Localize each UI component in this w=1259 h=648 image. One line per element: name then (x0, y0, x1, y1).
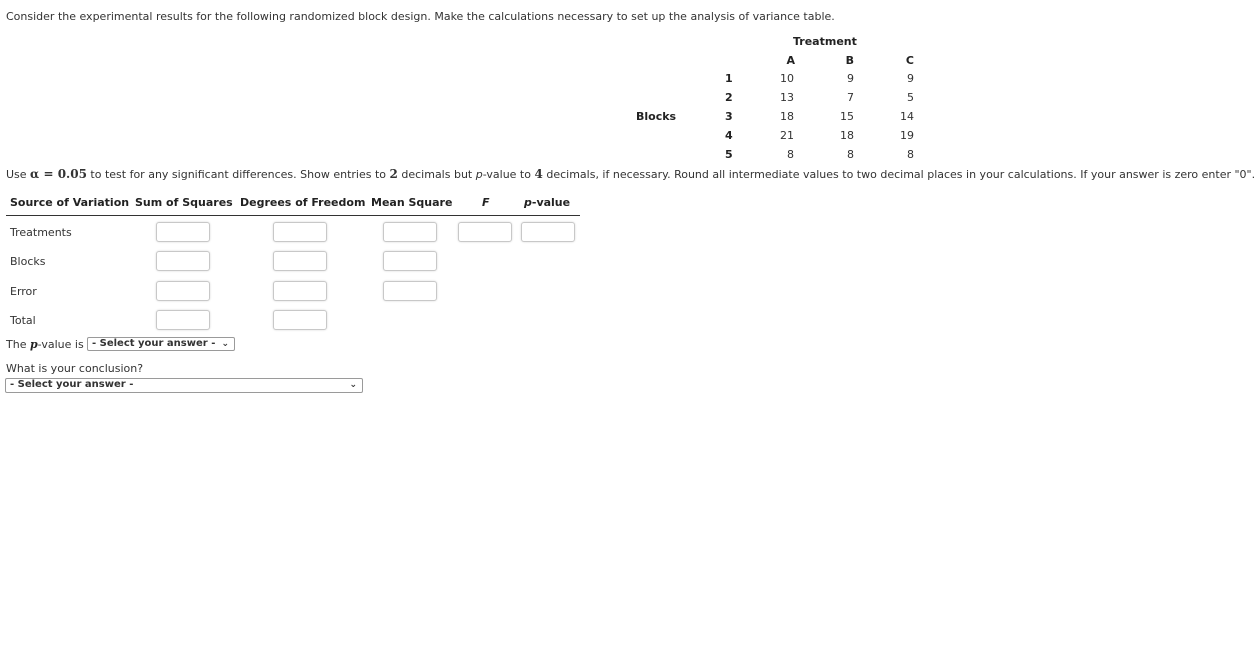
instructions-text: to test for any significant differences.… (86, 168, 390, 181)
cell-value: 10 (780, 72, 794, 85)
cell-value: 18 (840, 129, 854, 142)
treatments-ss-input[interactable] (156, 222, 210, 242)
pvalue-select[interactable]: - Select your answer - ⌄ (87, 337, 235, 351)
cell-value: 19 (900, 129, 914, 142)
problem-intro: Consider the experimental results for th… (6, 10, 835, 23)
instructions: Use α = 0.05 to test for any significant… (6, 167, 1255, 181)
conclusion-label: What is your conclusion? (6, 362, 144, 375)
instructions-text: decimals but (397, 168, 476, 181)
treatment-title: Treatment (793, 35, 857, 48)
treatments-ms-input[interactable] (383, 222, 437, 242)
decimals-pvalue: 4 (534, 167, 543, 181)
error-df-input[interactable] (273, 281, 327, 301)
p-italic: p (475, 168, 483, 181)
block-number: 4 (725, 129, 733, 142)
row-label-treatments: Treatments (10, 226, 72, 239)
p-italic: p (524, 196, 532, 209)
pvalue-question-text: -value is (37, 338, 84, 351)
total-ss-input[interactable] (156, 310, 210, 330)
header-divider (6, 215, 580, 216)
pvalue-select-value: - Select your answer - (92, 338, 216, 349)
header-ms: Mean Square (371, 196, 453, 209)
row-label-blocks: Blocks (10, 255, 46, 268)
error-ss-input[interactable] (156, 281, 210, 301)
pvalue-question: The p-value is (6, 338, 84, 351)
pvalue-question-text: The (6, 338, 30, 351)
p-italic: p (29, 338, 38, 351)
header-ss: Sum of Squares (135, 196, 233, 209)
cell-value: 9 (847, 72, 854, 85)
treatments-df-input[interactable] (273, 222, 327, 242)
blocks-ms-input[interactable] (383, 251, 437, 271)
row-label-error: Error (10, 285, 37, 298)
cell-value: 15 (840, 110, 854, 123)
cell-value: 8 (787, 148, 794, 161)
cell-value: 5 (907, 91, 914, 104)
conclusion-select[interactable]: - Select your answer - ⌄ (5, 378, 363, 393)
cell-value: 21 (780, 129, 794, 142)
header-pvalue-rest: -value (531, 196, 571, 209)
blocks-ss-input[interactable] (156, 251, 210, 271)
cell-value: 8 (907, 148, 914, 161)
instructions-text: -value to (482, 168, 535, 181)
cell-value: 7 (847, 91, 854, 104)
col-header-c: C (905, 54, 914, 67)
header-df: Degrees of Freedom (240, 196, 366, 209)
instructions-text: Use (6, 168, 31, 181)
error-ms-input[interactable] (383, 281, 437, 301)
treatments-pvalue-input[interactable] (521, 222, 575, 242)
cell-value: 18 (780, 110, 794, 123)
alpha-value: α = 0.05 (30, 167, 87, 181)
cell-value: 13 (780, 91, 794, 104)
cell-value: 9 (907, 72, 914, 85)
col-header-b: B (845, 54, 854, 67)
blocks-label: Blocks (636, 110, 677, 123)
block-number: 1 (725, 72, 733, 85)
cell-value: 8 (847, 148, 854, 161)
block-number: 5 (725, 148, 733, 161)
instructions-text: decimals, if necessary. Round all interm… (542, 168, 1256, 181)
chevron-down-icon: ⌄ (221, 339, 229, 349)
total-df-input[interactable] (273, 310, 327, 330)
treatments-f-input[interactable] (458, 222, 512, 242)
decimals-entries: 2 (389, 167, 398, 181)
blocks-df-input[interactable] (273, 251, 327, 271)
row-label-total: Total (10, 314, 36, 327)
header-pvalue: p-value (524, 196, 570, 209)
block-number: 2 (725, 91, 733, 104)
block-number: 3 (725, 110, 733, 123)
cell-value: 14 (900, 110, 914, 123)
col-header-a: A (786, 54, 795, 67)
header-f: F (482, 196, 490, 209)
header-source: Source of Variation (10, 196, 130, 209)
chevron-down-icon: ⌄ (349, 380, 357, 390)
conclusion-select-value: - Select your answer - (10, 379, 134, 390)
